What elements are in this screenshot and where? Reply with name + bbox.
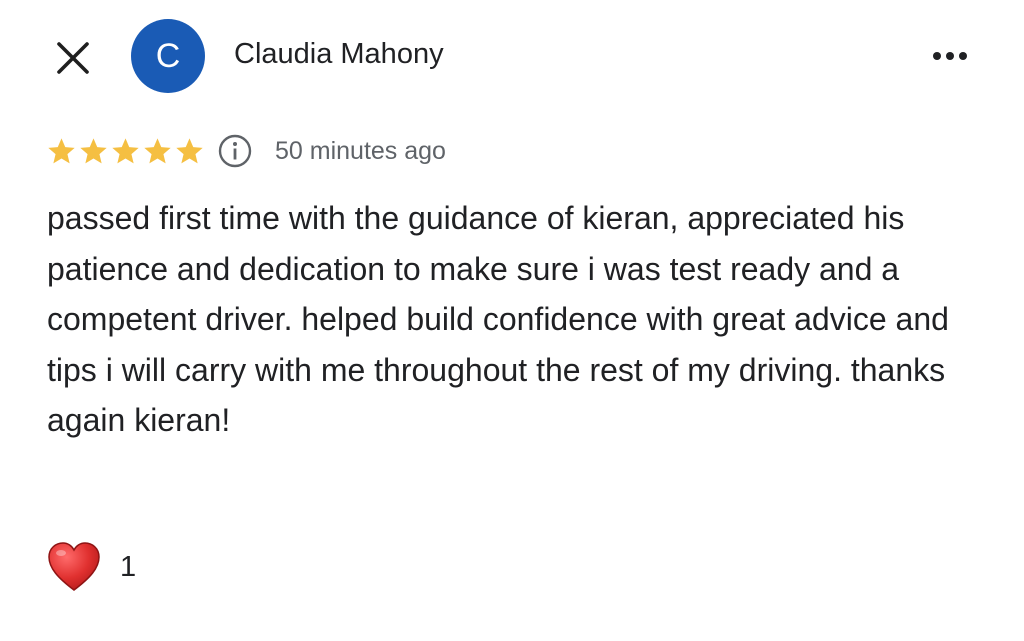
star-icon	[144, 137, 171, 163]
more-dot	[946, 52, 954, 60]
close-icon	[57, 42, 89, 74]
heart-icon	[48, 542, 100, 591]
star-icon	[80, 137, 107, 163]
more-dot	[959, 52, 967, 60]
info-icon[interactable]	[217, 133, 253, 169]
avatar[interactable]: C	[131, 19, 205, 93]
more-horizontal-icon	[933, 52, 941, 60]
star-rating	[46, 136, 205, 167]
review-meta: 50 minutes ago	[46, 128, 446, 174]
avatar-letter: C	[155, 36, 181, 75]
star-icon	[112, 137, 139, 163]
review-timestamp: 50 minutes ago	[275, 136, 446, 165]
review-text: passed first time with the guidance of k…	[47, 200, 949, 438]
more-options-button[interactable]	[926, 38, 974, 74]
heart-reaction-button[interactable]: 1	[46, 540, 136, 594]
star-icon	[176, 137, 203, 163]
close-button[interactable]	[50, 35, 96, 81]
star-icon	[48, 137, 75, 163]
author-name[interactable]: Claudia Mahony	[234, 38, 444, 71]
heart-count: 1	[120, 550, 137, 583]
